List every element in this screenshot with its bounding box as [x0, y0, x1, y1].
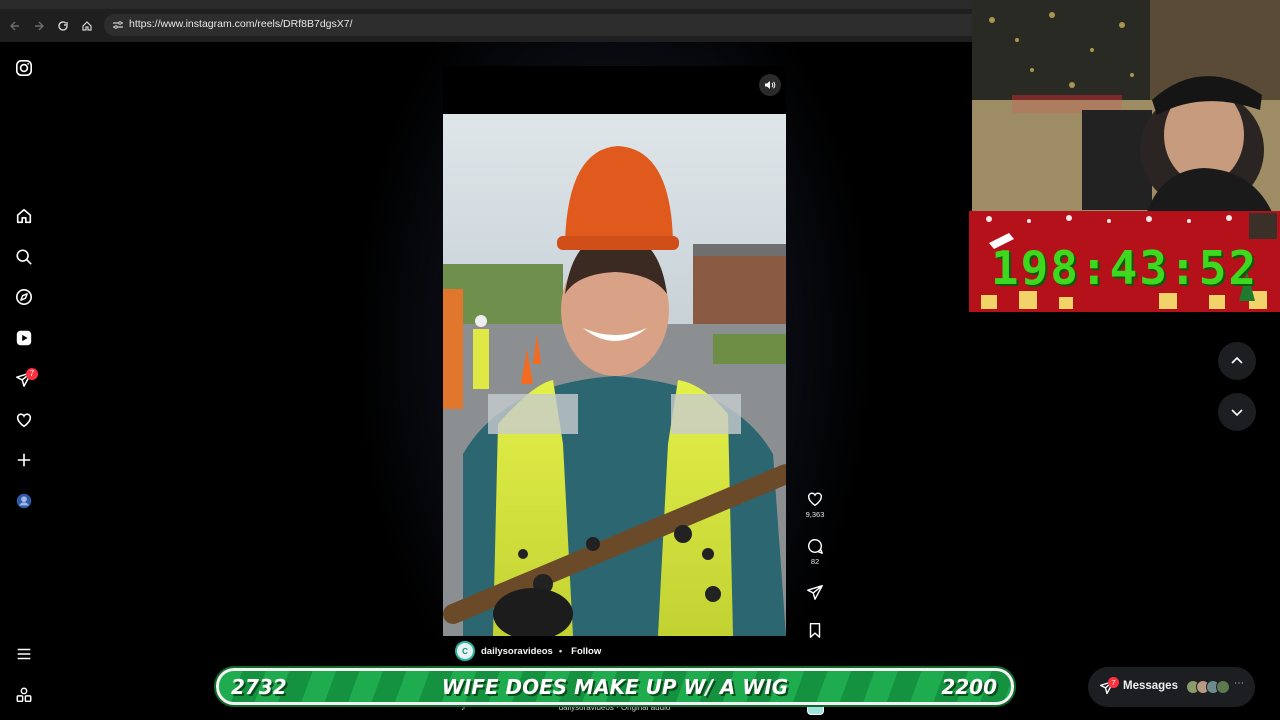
browser-toolbar: https://www.instagram.com/reels/DRf8B7dg… [0, 0, 972, 42]
reel-player[interactable]: C dailysoravideos • Follow ♪ dailysoravi… [443, 66, 786, 720]
forward-arrow-icon[interactable] [30, 17, 48, 35]
more-avatars-icon: ⋯ [1234, 678, 1244, 689]
url-text: https://www.instagram.com/reels/DRf8B7dg… [129, 18, 353, 30]
also-from-meta-icon[interactable] [14, 685, 34, 705]
reel-video-frame[interactable] [443, 114, 786, 636]
reel-author: C dailysoravideos • Follow [455, 640, 601, 662]
chevron-up-icon [1231, 356, 1243, 364]
countdown-timer: 198:43:52 [990, 241, 1259, 295]
construction-worker-video [443, 114, 786, 636]
avatar [1216, 680, 1230, 694]
comment-icon[interactable] [806, 537, 824, 555]
messages-unread-badge: 7 [1108, 677, 1119, 688]
home-icon[interactable] [14, 206, 34, 226]
author-avatar[interactable]: C [455, 641, 475, 661]
save-action[interactable] [804, 621, 826, 639]
create-icon[interactable] [14, 450, 34, 470]
next-reel-button[interactable] [1218, 393, 1256, 431]
address-bar[interactable]: https://www.instagram.com/reels/DRf8B7dg… [104, 14, 972, 36]
like-heart-icon[interactable] [806, 490, 824, 508]
banner-current-count: 2732 [231, 675, 287, 699]
volume-icon[interactable] [759, 74, 781, 96]
banner-goal-title: WIFE DOES MAKE UP W/ A WIG [441, 675, 789, 699]
like-action[interactable]: 9,363 [804, 490, 826, 519]
previous-reel-button[interactable] [1218, 342, 1256, 380]
search-icon[interactable] [14, 247, 34, 267]
home-page-icon[interactable] [78, 17, 96, 35]
menu-icon[interactable] [14, 644, 34, 664]
author-username[interactable]: dailysoravideos [481, 646, 553, 657]
chevron-down-icon [1231, 409, 1243, 417]
reels-icon[interactable] [14, 328, 34, 348]
heart-icon[interactable] [14, 410, 34, 430]
streamer-webcam [972, 0, 1280, 212]
like-count: 9,363 [805, 510, 825, 519]
share-icon[interactable] [806, 583, 824, 601]
messages-count-badge: 7 [26, 368, 38, 380]
explore-icon[interactable] [14, 287, 34, 307]
banner-goal-count: 2200 [941, 675, 997, 699]
share-action[interactable] [804, 583, 826, 601]
messages-label: Messages [1123, 680, 1178, 692]
comment-action[interactable]: 82 [804, 537, 826, 566]
bookmark-icon[interactable] [806, 621, 824, 639]
back-arrow-icon[interactable] [6, 17, 24, 35]
reload-icon[interactable] [54, 17, 72, 35]
stream-goal-banner: WIFE DOES MAKE UP W/ A WIG 2732 2200 [216, 668, 1014, 705]
separator-dot: • [558, 645, 563, 657]
follow-button[interactable]: Follow [571, 646, 601, 657]
site-settings-icon[interactable] [112, 19, 124, 31]
messages-drawer-button[interactable]: 7 Messages ⋯ [1088, 667, 1255, 707]
profile-icon[interactable] [14, 491, 34, 511]
instagram-logo-icon[interactable] [14, 58, 34, 78]
comment-count: 82 [810, 557, 820, 566]
screen: https://www.instagram.com/reels/DRf8B7dg… [0, 0, 1280, 720]
subathon-countdown: 198:43:52 [969, 211, 1280, 312]
